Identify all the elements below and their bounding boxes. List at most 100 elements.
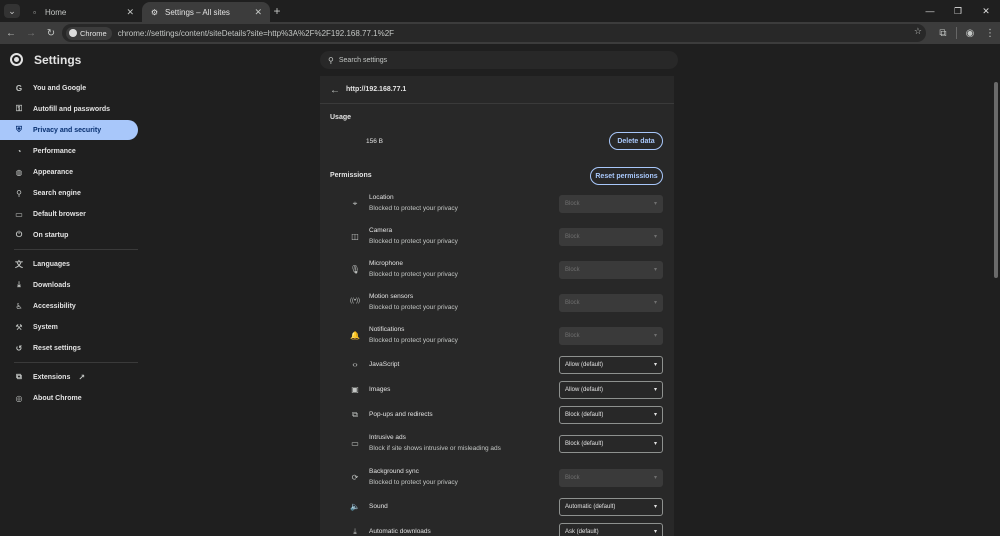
tab-title: Home [45, 7, 67, 17]
caret-down-icon: ▾ [653, 234, 657, 240]
bookmark-star-icon[interactable]: ☆ [914, 26, 922, 37]
download-icon: ⤓ [353, 527, 357, 536]
sidebar-item-privacy[interactable]: ⛨ Privacy and security [0, 120, 138, 140]
caret-down-icon: ▾ [653, 441, 657, 447]
permission-select[interactable]: Allow (default) ▾ [559, 356, 663, 374]
sidebar-item-you-and-google[interactable]: G You and Google [0, 78, 138, 98]
sidebar-item-appearance[interactable]: ◍ Appearance [0, 162, 138, 182]
caret-down-icon: ▾ [653, 529, 657, 535]
permission-select-value: Block (default) [565, 412, 604, 418]
forward-button[interactable]: → [22, 24, 40, 42]
menu-kebab-icon[interactable]: ⋮ [980, 28, 1000, 39]
permission-name: Notifications [369, 326, 405, 333]
address-bar[interactable]: Chrome chrome://settings/content/siteDet… [62, 24, 926, 42]
back-arrow-icon[interactable]: ← [330, 85, 340, 96]
sidebar-item-label: Reset settings [33, 344, 81, 352]
browser-toolbar: ← → ↻ Chrome chrome://settings/content/s… [0, 22, 1000, 44]
caret-down-icon: ▾ [653, 333, 657, 339]
caret-down-icon: ▾ [653, 412, 657, 418]
speaker-icon: 🔈 [350, 502, 360, 511]
maximize-button[interactable]: ❐ [944, 0, 972, 22]
sidebar-item-label: You and Google [33, 84, 87, 92]
close-icon[interactable]: ✕ [254, 7, 262, 18]
reset-permissions-button[interactable]: Reset permissions [590, 167, 663, 185]
permission-select[interactable]: Block (default) ▾ [559, 406, 663, 424]
permission-name: Motion sensors [369, 293, 414, 300]
sidebar-item-default-browser[interactable]: ▭ Default browser [0, 204, 138, 224]
permission-description: Block if site shows intrusive or mislead… [369, 445, 501, 452]
sidebar-item-label: Autofill and passwords [33, 105, 111, 113]
sidebar-item-downloads[interactable]: ⤓ Downloads [0, 275, 138, 295]
caret-down-icon: ▾ [653, 362, 657, 368]
profile-avatar-icon[interactable]: ◉ [960, 28, 980, 39]
settings-header: Settings ⚲ Search settings [0, 44, 1000, 76]
permission-select[interactable]: Ask (default) ▾ [559, 523, 663, 536]
permission-description: Blocked to protect your privacy [369, 304, 458, 311]
permission-name: Intrusive ads [369, 434, 406, 441]
usage-value: 156 B [366, 138, 383, 145]
toolbar-divider [956, 27, 957, 39]
sidebar-item-search-engine[interactable]: ⚲ Search engine [0, 183, 138, 203]
permission-select-value: Block [565, 333, 580, 339]
sidebar-item-autofill[interactable]: ⚿ Autofill and passwords [0, 99, 138, 119]
search-icon: ⚲ [328, 55, 334, 65]
camera-icon: ◫ [351, 232, 359, 241]
permission-name: Pop-ups and redirects [369, 411, 433, 418]
permission-select[interactable]: Block (default) ▾ [559, 435, 663, 453]
tab-strip: ⌄ ▫ Home ✕ ⚙ Settings – All sites ✕ + — … [0, 0, 1000, 22]
close-icon[interactable]: ✕ [126, 7, 134, 18]
site-info-chip[interactable]: Chrome [66, 26, 112, 40]
url-text[interactable]: chrome://settings/content/siteDetails?si… [118, 29, 394, 38]
sidebar-divider [14, 362, 138, 363]
sidebar-item-label: System [33, 323, 58, 331]
sidebar-item-label: About Chrome [33, 394, 82, 402]
minimize-button[interactable]: — [916, 0, 944, 22]
permission-select: Block ▾ [559, 228, 663, 246]
tab-search-button[interactable]: ⌄ [4, 4, 20, 18]
search-icon: ⚲ [16, 188, 22, 198]
tab-settings-all-sites[interactable]: ⚙ Settings – All sites ✕ [142, 2, 270, 22]
sidebar-item-label: Languages [33, 260, 70, 268]
sensors-icon: ((•)) [349, 298, 361, 304]
popup-icon: ⧉ [352, 410, 358, 419]
permission-select[interactable]: Allow (default) ▾ [559, 381, 663, 399]
sidebar-item-system[interactable]: ⚒ System [0, 317, 138, 337]
window-close-button[interactable]: ✕ [972, 0, 1000, 22]
toolbar-right: ⧉ ◉ ⋮ [933, 22, 1000, 44]
reload-button[interactable]: ↻ [42, 24, 60, 42]
sidebar-item-label: Appearance [33, 168, 74, 176]
permission-select-value: Block [565, 234, 580, 240]
permission-select-value: Block [565, 300, 580, 306]
back-button[interactable]: ← [2, 24, 20, 42]
permissions-heading: Permissions [330, 172, 372, 179]
permission-description: Blocked to protect your privacy [369, 337, 458, 344]
scrollbar-thumb[interactable] [994, 82, 998, 278]
sidebar-item-performance[interactable]: ◔ Performance [0, 141, 138, 161]
caret-down-icon: ▾ [653, 300, 657, 306]
permission-name: Images [369, 386, 391, 393]
permission-select-value: Block [565, 201, 580, 207]
ads-icon: ▭ [351, 439, 359, 448]
caret-down-icon: ▾ [653, 387, 657, 393]
scrollbar[interactable] [992, 76, 1000, 536]
permission-name: Sound [369, 503, 388, 510]
sidebar-item-languages[interactable]: 文 Languages [0, 254, 138, 274]
new-tab-button[interactable]: + [270, 4, 284, 18]
delete-data-button[interactable]: Delete data [609, 132, 663, 150]
sidebar-item-reset-settings[interactable]: ↺ Reset settings [0, 338, 138, 358]
sidebar-item-on-startup[interactable]: ⏻ On startup [0, 225, 138, 245]
caret-down-icon: ▾ [653, 201, 657, 207]
gear-icon: ⚙ [150, 7, 159, 17]
permission-select[interactable]: Automatic (default) ▾ [559, 498, 663, 516]
extensions-puzzle-icon[interactable]: ⧉ [933, 28, 953, 39]
sidebar-item-extensions[interactable]: ⧉ Extensions ↗ [0, 367, 138, 387]
sidebar-item-about-chrome[interactable]: ◎ About Chrome [0, 388, 138, 408]
chrome-icon [69, 29, 77, 37]
search-settings-input[interactable]: ⚲ Search settings [320, 51, 678, 69]
sidebar-item-accessibility[interactable]: ♿ Accessibility [0, 296, 138, 316]
wrench-icon: ⚒ [15, 322, 23, 332]
external-link-icon: ↗ [78, 372, 86, 382]
tab-home[interactable]: ▫ Home ✕ [22, 2, 142, 22]
permission-name: Background sync [369, 468, 419, 475]
permission-select: Block ▾ [559, 469, 663, 487]
